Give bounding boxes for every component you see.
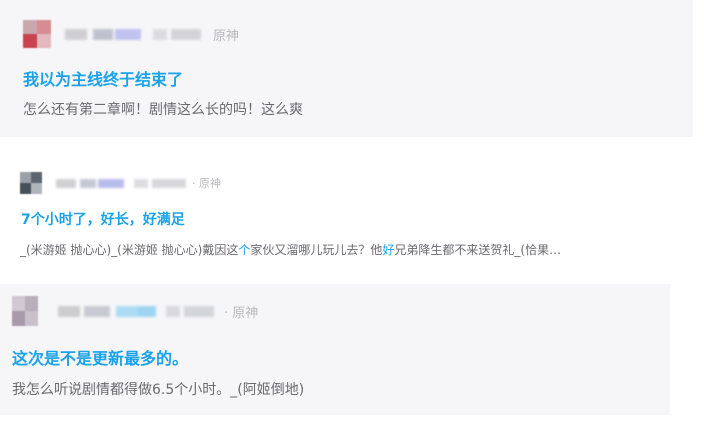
post-header: · 原神: [20, 172, 221, 194]
forum-tag[interactable]: · 原神: [192, 175, 221, 191]
preview-highlight: 好: [382, 243, 395, 257]
username[interactable]: [65, 28, 201, 40]
post-preview: 怎么还有第二章啊！剧情这么长的吗！这么爽: [23, 102, 303, 118]
preview-text: 兄弟降生都不来送贺礼_(恰果…: [394, 243, 562, 257]
preview-text: _(米游姬 抛心心)_(米游姬 抛心心)戴因这: [20, 243, 239, 257]
post-card[interactable]: · 原神 7个小时了，好长，好满足 _(米游姬 抛心心)_(米游姬 抛心心)戴因…: [0, 160, 704, 270]
post-header: · 原神: [12, 296, 258, 326]
forum-tag[interactable]: 原神: [213, 25, 239, 44]
preview-highlight: 个: [238, 243, 251, 257]
username[interactable]: [58, 305, 214, 317]
forum-tag[interactable]: · 原神: [224, 302, 258, 321]
avatar[interactable]: [12, 296, 38, 326]
post-card[interactable]: · 原神 这次是不是更新最多的。 我怎么听说剧情都得做6.5个小时。_(阿姬倒地…: [0, 284, 670, 415]
post-card[interactable]: 原神 我以为主线终于结束了 怎么还有第二章啊！剧情这么长的吗！这么爽: [0, 0, 693, 137]
post-title[interactable]: 这次是不是更新最多的。: [12, 345, 188, 369]
avatar[interactable]: [20, 172, 42, 194]
post-title[interactable]: 7个小时了，好长，好满足: [21, 209, 185, 229]
post-preview: _(米游姬 抛心心)_(米游姬 抛心心)戴因这个家伙又溜哪儿玩儿去？他好兄弟降生…: [20, 241, 700, 258]
preview-text: 家伙又溜哪儿玩儿去？他: [250, 243, 383, 257]
avatar[interactable]: [23, 20, 51, 48]
post-header: 原神: [23, 20, 239, 48]
username[interactable]: [56, 178, 186, 188]
post-title[interactable]: 我以为主线终于结束了: [23, 66, 183, 90]
post-preview: 我怎么听说剧情都得做6.5个小时。_(阿姬倒地): [12, 382, 305, 398]
